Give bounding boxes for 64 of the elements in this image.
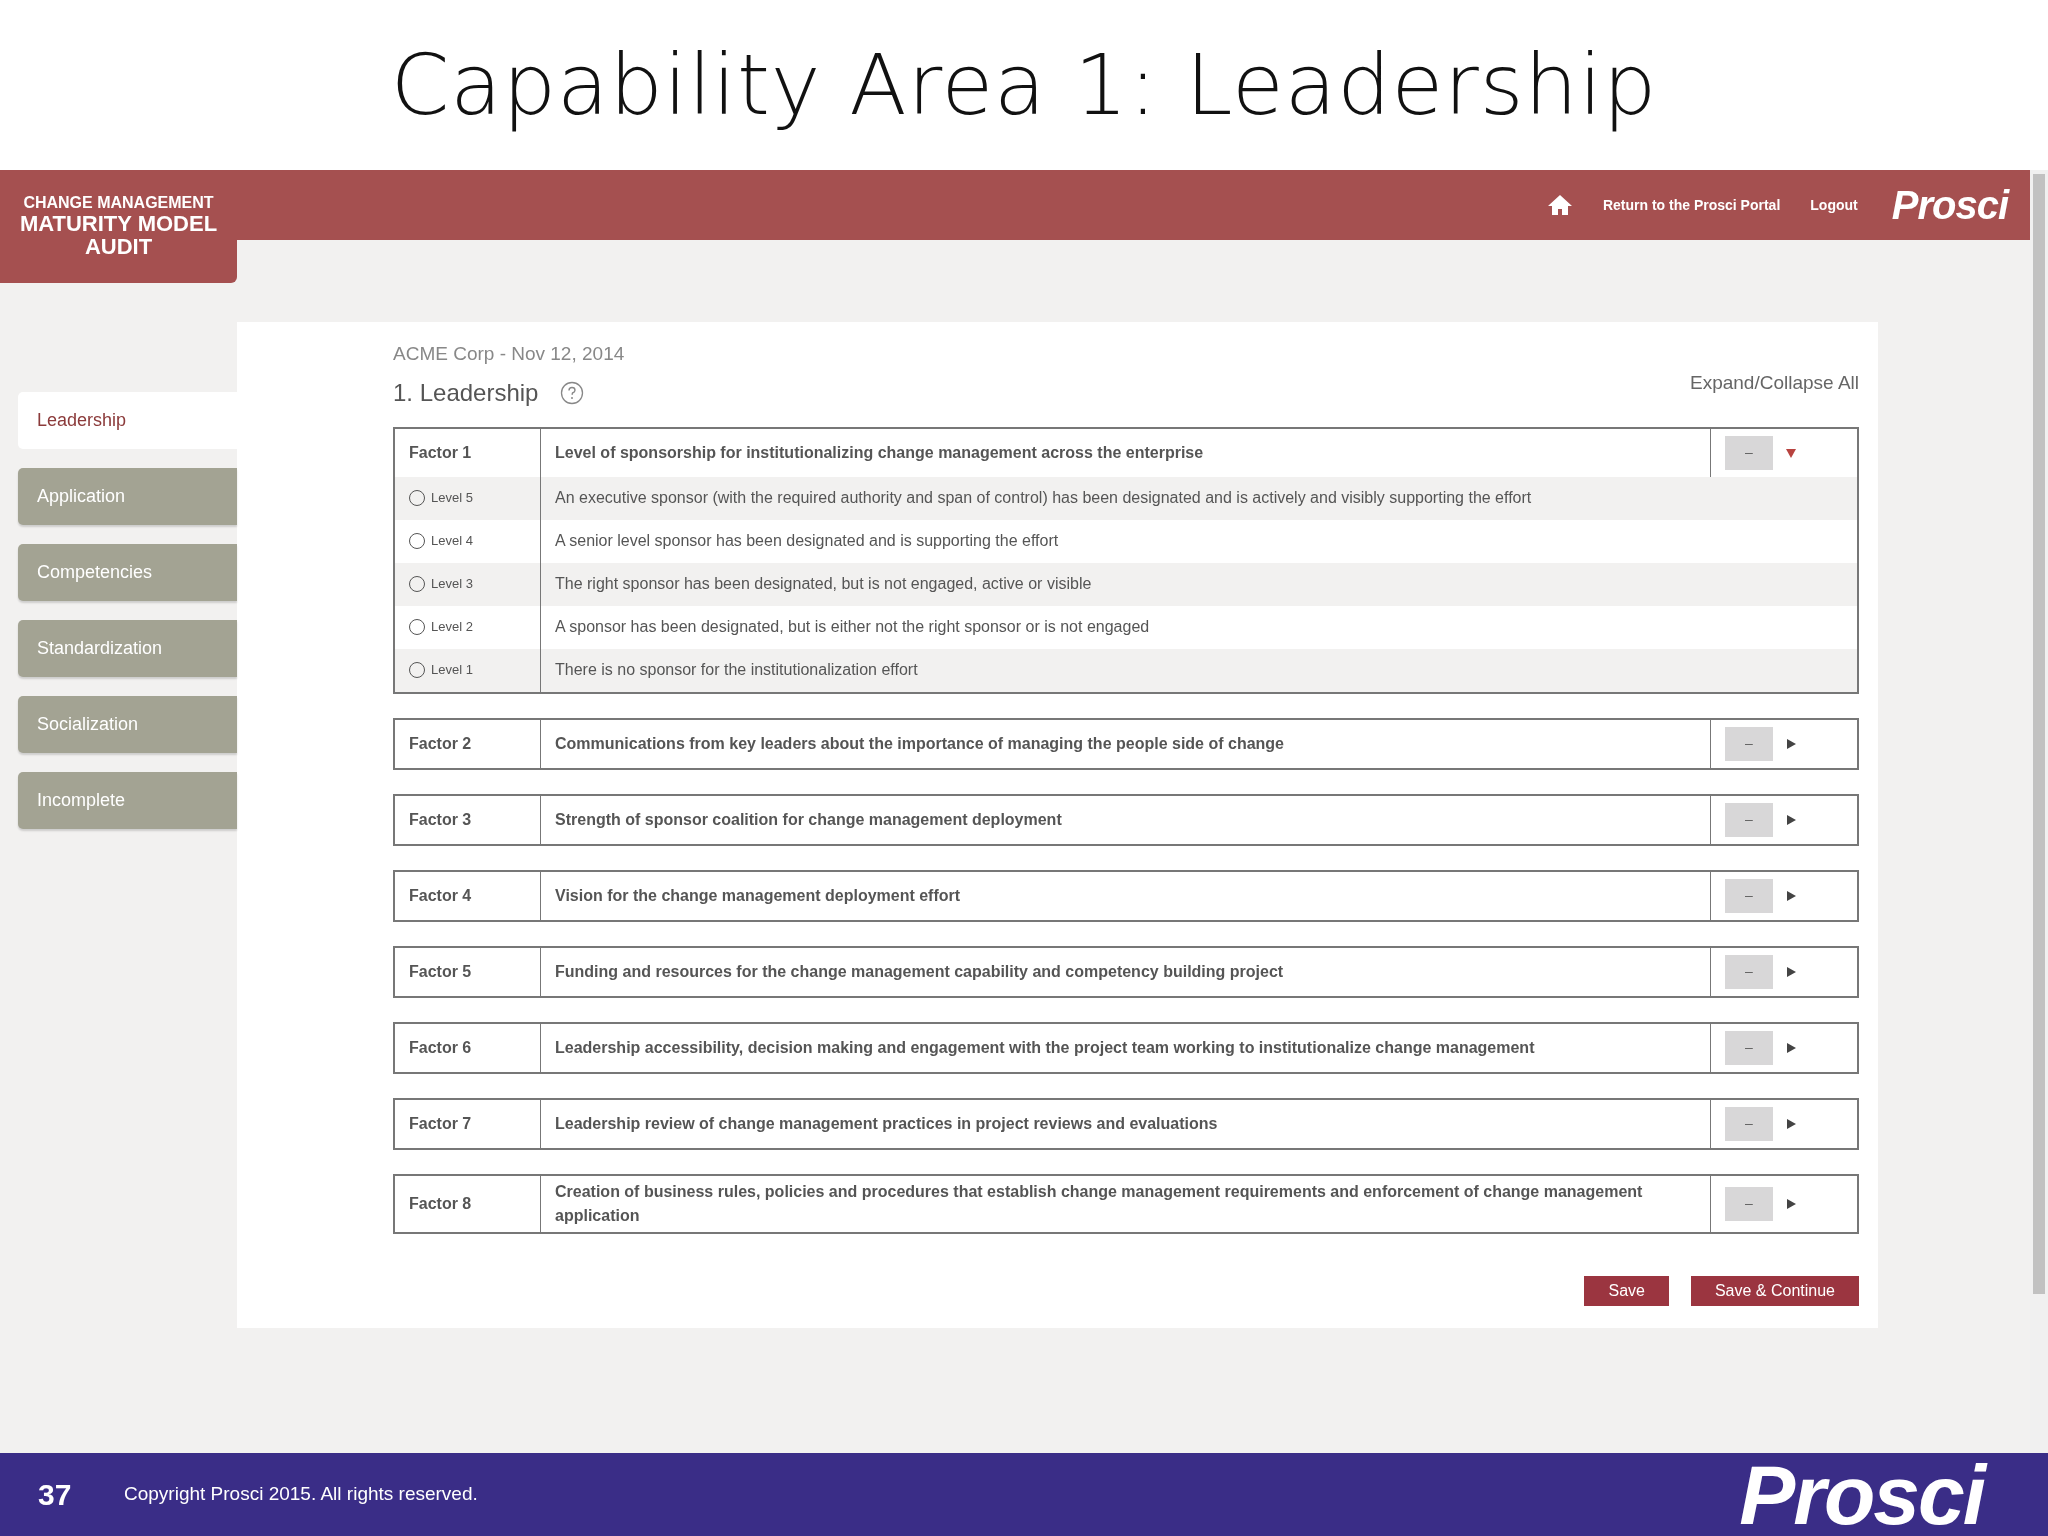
- level-label: Level 1: [431, 661, 473, 680]
- home-icon[interactable]: [1546, 194, 1573, 216]
- factor-label: Factor 2: [395, 719, 541, 768]
- factor-label: Factor 1: [395, 428, 541, 477]
- save-button[interactable]: Save & Continue: [1690, 1275, 1859, 1306]
- caret-right-icon[interactable]: [1785, 1041, 1797, 1054]
- sidebar-tab[interactable]: Application: [18, 468, 237, 525]
- score-dropdown[interactable]: –: [1725, 954, 1773, 989]
- level-description: A senior level sponsor has been designated and is supporting the effort: [554, 531, 1060, 551]
- score-dropdown[interactable]: –: [1725, 1106, 1773, 1141]
- expand-collapse-link[interactable]: Expand/Collapse All: [1690, 368, 1859, 397]
- score-dropdown[interactable]: –: [1725, 1030, 1773, 1065]
- factor-label: Factor 4: [395, 871, 541, 920]
- caret-right-icon[interactable]: [1785, 965, 1797, 978]
- score-dropdown[interactable]: –: [1725, 726, 1773, 761]
- logo-text: AUDIT: [84, 234, 153, 258]
- company-date: ACME Corp - Nov 12, 2014: [393, 342, 626, 366]
- caret-right-icon[interactable]: [1785, 813, 1797, 826]
- factor-label: Factor 3: [395, 795, 541, 844]
- score-dropdown[interactable]: –: [1725, 802, 1773, 837]
- factor-title: Vision for the change management deployment effort: [541, 871, 1711, 920]
- save-button[interactable]: Save: [1584, 1275, 1669, 1306]
- factor-title: Level of sponsorship for institutionalizing change management across the enterprise: [541, 428, 1711, 477]
- level-description: An executive sponsor (with the required authority and span of control) has been designated and is actively and visibly supporting the effort: [554, 488, 1533, 508]
- score-dropdown[interactable]: –: [1725, 1186, 1773, 1221]
- factor-label: Factor 8: [395, 1175, 541, 1232]
- factor-title: Strength of sponsor coalition for change management deployment: [541, 795, 1711, 844]
- score-dropdown[interactable]: –: [1725, 878, 1773, 913]
- level-description: There is no sponsor for the institutionalization effort: [554, 660, 919, 680]
- logo-text: CHANGE MANAGEMENT: [23, 195, 214, 212]
- factor-label: Factor 7: [395, 1099, 541, 1148]
- caret-down-icon[interactable]: [1785, 446, 1797, 459]
- sidebar-tab[interactable]: Standardization: [18, 620, 237, 677]
- score-dropdown[interactable]: –: [1725, 435, 1773, 470]
- caret-right-icon[interactable]: [1785, 1117, 1797, 1130]
- help-icon[interactable]: [560, 380, 585, 405]
- slide-title: Capability Area 1: Leadership: [390, 35, 1658, 136]
- copyright-text: Copyright Prosci 2015. All rights reserved.: [124, 1482, 479, 1507]
- factor-label: Factor 5: [395, 947, 541, 996]
- factor-title: Leadership review of change management practices in project reviews and evaluations: [541, 1099, 1711, 1148]
- caret-right-icon[interactable]: [1785, 737, 1797, 750]
- level-label: Level 5: [431, 489, 473, 508]
- brand-logo: Prosci: [1891, 182, 2008, 229]
- sidebar-tab[interactable]: Leadership: [18, 392, 237, 449]
- nav-link[interactable]: Logout: [1810, 194, 1858, 216]
- logo-text: MATURITY MODEL: [19, 211, 218, 235]
- level-description: The right sponsor has been designated, but is not engaged, active or visible: [554, 574, 1093, 594]
- level-label: Level 4: [431, 532, 473, 551]
- factor-title: Leadership accessibility, decision making and engagement with the project team working to institutionalize change management: [541, 1023, 1711, 1072]
- sidebar-tab[interactable]: Competencies: [18, 544, 237, 601]
- caret-right-icon[interactable]: [1785, 889, 1797, 902]
- factor-title: Funding and resources for the change management capability and competency building project: [541, 947, 1711, 996]
- factor-title: Creation of business rules, policies and procedures that establish change management requirements and enforcement of change management application: [541, 1175, 1711, 1232]
- factor-label: Factor 6: [395, 1023, 541, 1072]
- level-label: Level 3: [431, 575, 473, 594]
- factor-title: Communications from key leaders about the importance of managing the people side of change: [541, 719, 1711, 768]
- level-label: Level 2: [431, 618, 473, 637]
- section-title: 1. Leadership: [393, 377, 539, 408]
- sidebar-tab[interactable]: Socialization: [18, 696, 237, 753]
- sidebar-tab[interactable]: Incomplete: [18, 772, 237, 829]
- nav-link[interactable]: Return to the Prosci Portal: [1602, 194, 1781, 216]
- page-number: 37: [38, 1477, 73, 1513]
- level-description: A sponsor has been designated, but is either not the right sponsor or is not engaged: [554, 617, 1151, 637]
- caret-right-icon[interactable]: [1785, 1197, 1797, 1210]
